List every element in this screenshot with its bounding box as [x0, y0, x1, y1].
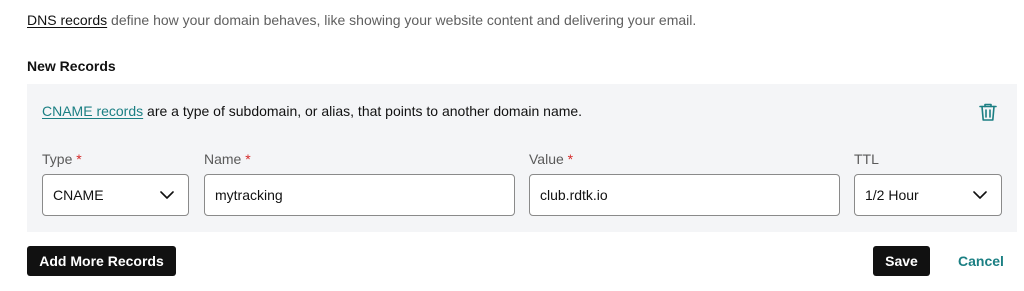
type-select-value: CNAME — [53, 187, 104, 203]
type-label: Type * — [42, 151, 82, 167]
name-input[interactable]: mytracking — [204, 174, 515, 216]
required-mark: * — [567, 151, 574, 167]
chevron-down-icon — [973, 191, 987, 199]
ttl-select-value: 1/2 Hour — [865, 187, 919, 203]
trash-icon[interactable] — [977, 101, 999, 123]
cancel-button[interactable]: Cancel — [958, 246, 1004, 276]
add-more-records-button[interactable]: Add More Records — [27, 246, 176, 276]
ttl-select[interactable]: 1/2 Hour — [854, 174, 1002, 216]
dns-intro: DNS records define how your domain behav… — [27, 12, 696, 28]
cname-records-link[interactable]: CNAME records — [42, 103, 143, 119]
name-label: Name * — [204, 151, 251, 167]
section-title: New Records — [27, 58, 116, 74]
new-record-panel: CNAME records are a type of subdomain, o… — [27, 84, 1017, 232]
dns-intro-text: define how your domain behaves, like sho… — [107, 12, 697, 28]
value-input-value: club.rdtk.io — [540, 187, 608, 203]
chevron-down-icon — [160, 191, 174, 199]
type-select[interactable]: CNAME — [42, 174, 189, 216]
required-mark: * — [245, 151, 251, 167]
required-mark: * — [76, 151, 82, 167]
ttl-label: TTL — [854, 151, 879, 167]
cname-info-text: are a type of subdomain, or alias, that … — [143, 103, 583, 119]
dns-records-link[interactable]: DNS records — [27, 12, 107, 28]
value-label: Value * — [529, 151, 574, 167]
save-button[interactable]: Save — [873, 246, 930, 276]
cname-info: CNAME records are a type of subdomain, o… — [42, 103, 582, 119]
value-input[interactable]: club.rdtk.io — [529, 174, 840, 216]
name-input-value: mytracking — [215, 187, 283, 203]
